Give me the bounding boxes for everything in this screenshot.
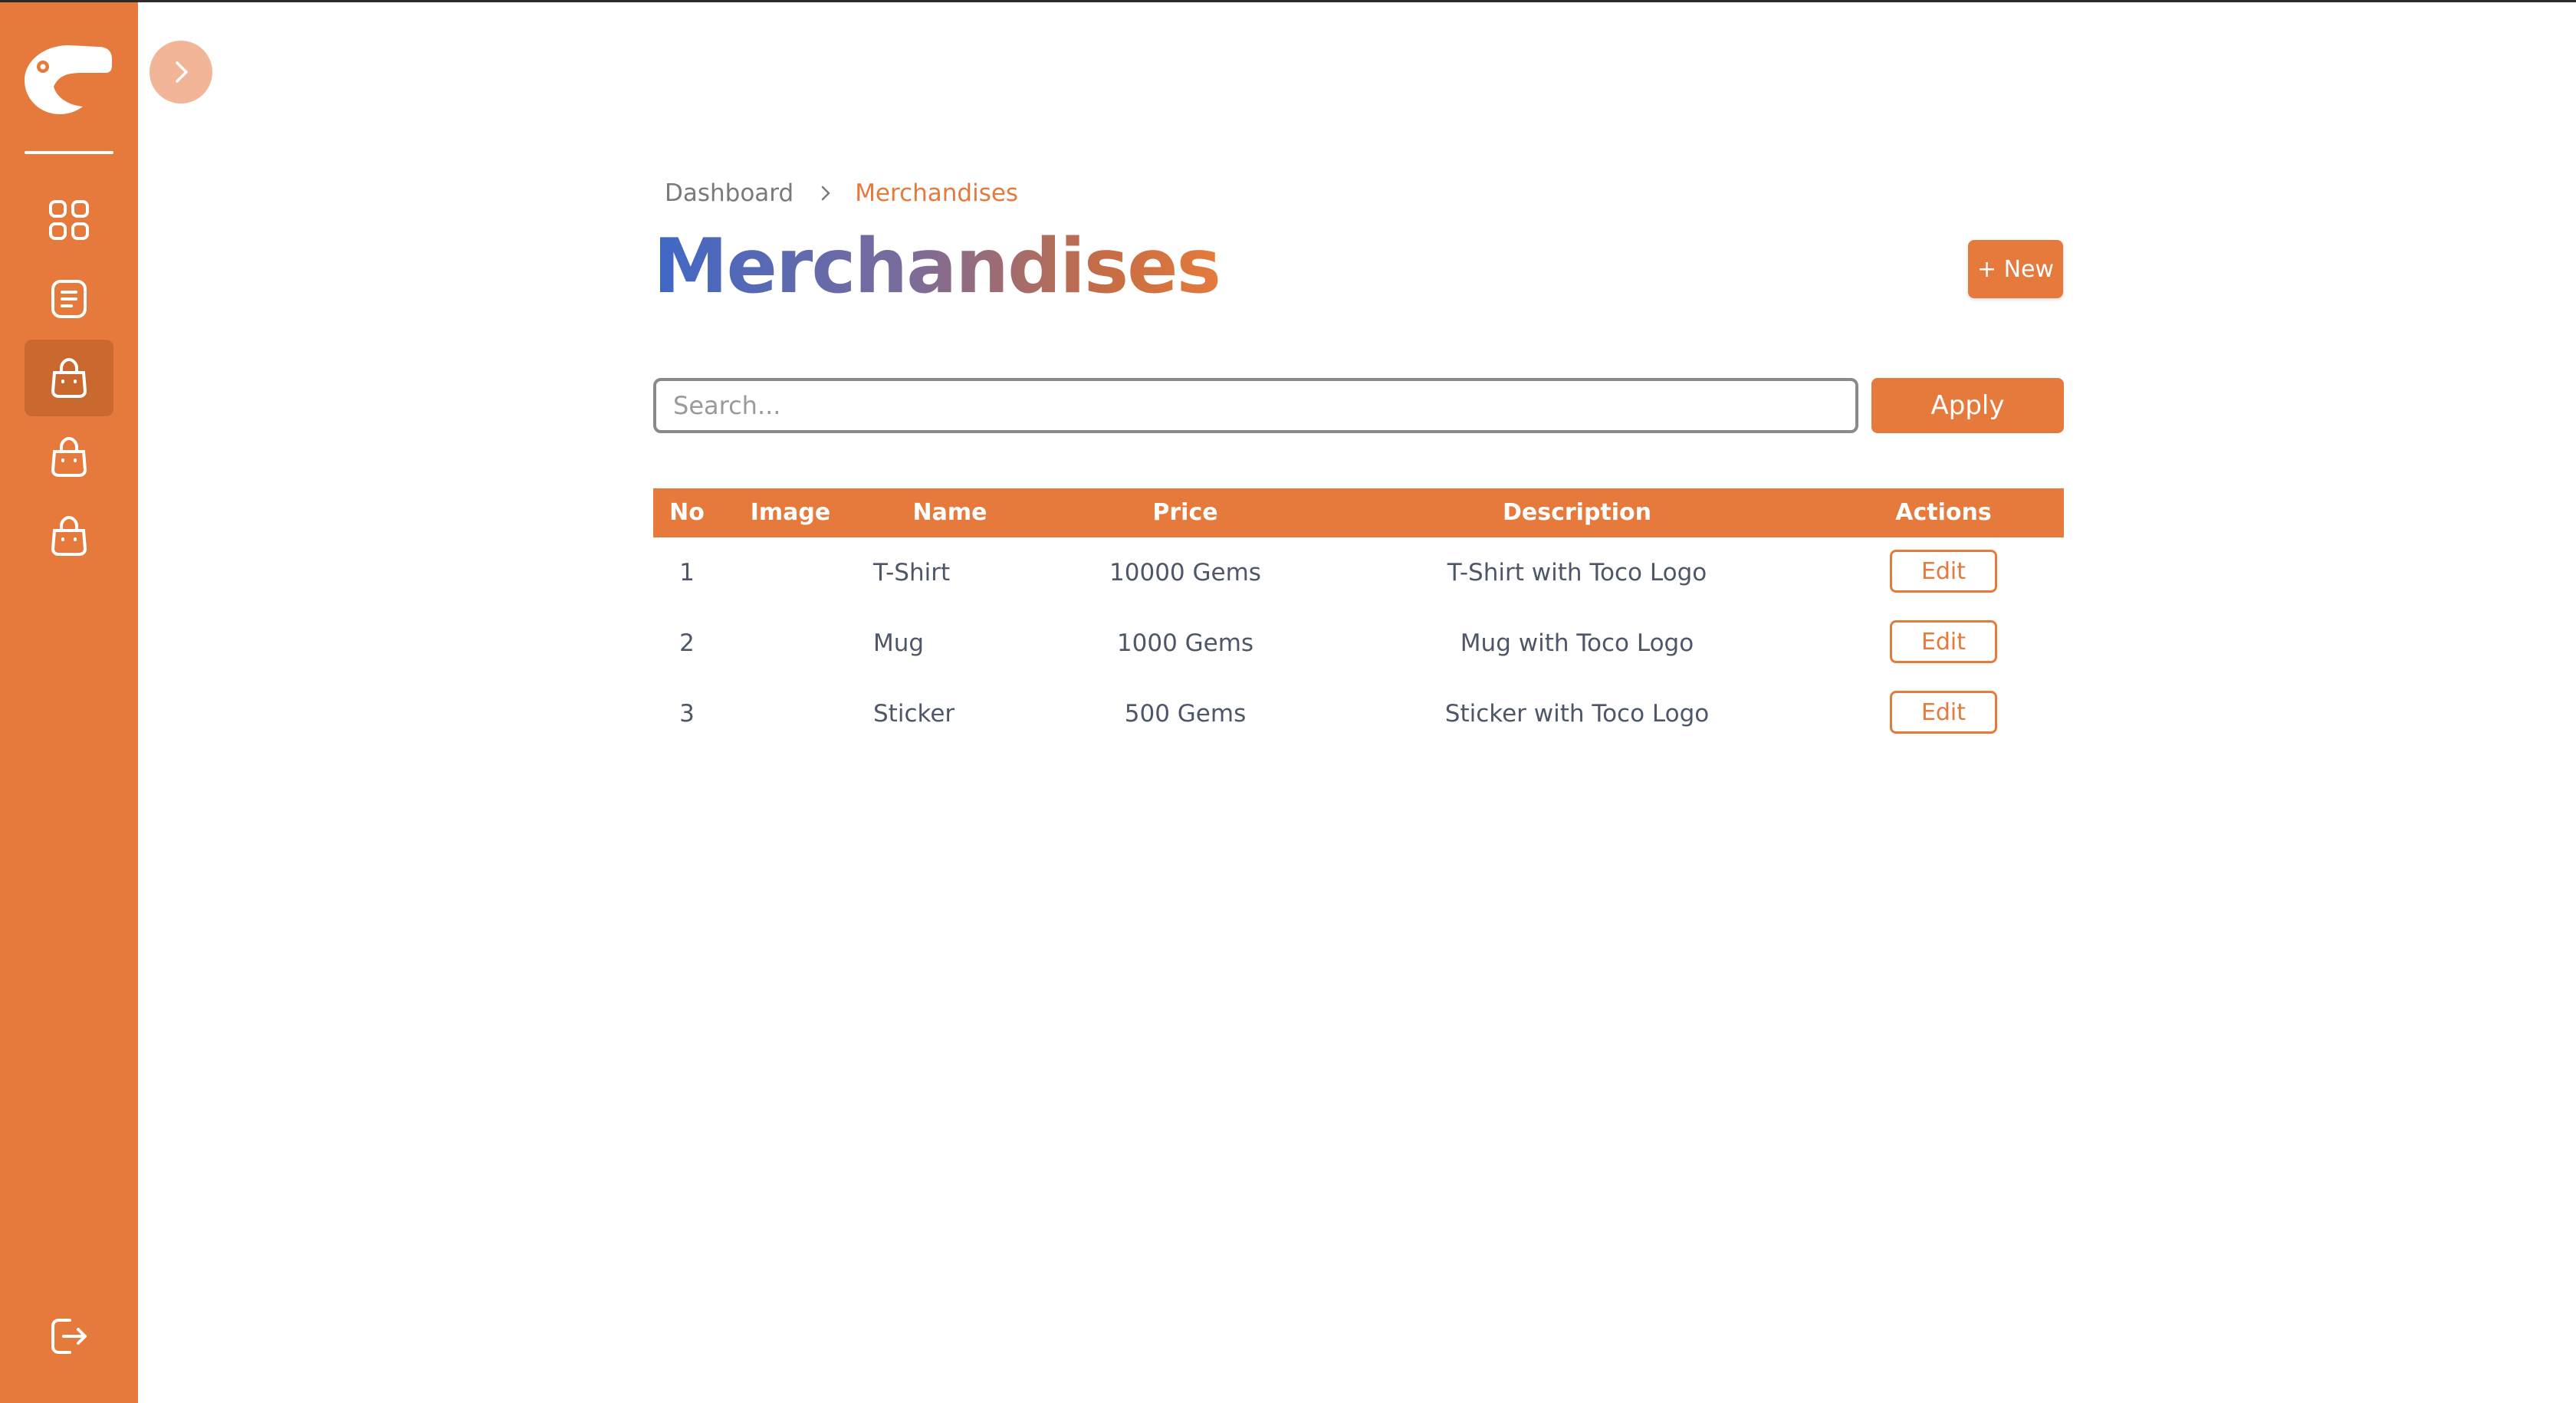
column-header-price: Price: [1152, 499, 1218, 526]
column-header-no: No: [669, 499, 705, 526]
cell-price: 10000 Gems: [1109, 559, 1261, 586]
sidebar-item-merchandises[interactable]: [25, 340, 113, 416]
table-header: No Image Name Price Description Actions: [653, 488, 2064, 537]
merchandise-table: No Image Name Price Description Actions …: [653, 488, 2064, 749]
cell-no: 2: [679, 629, 695, 657]
breadcrumb: Dashboard Merchandises: [665, 176, 1018, 211]
cell-no: 1: [679, 559, 695, 586]
sidebar-toggle-button[interactable]: [150, 41, 212, 104]
edit-button[interactable]: Edit: [1890, 550, 1997, 593]
shopping-bag-icon: [51, 515, 87, 556]
edit-button[interactable]: Edit: [1890, 691, 1997, 734]
chevron-right-icon: [176, 61, 188, 83]
sidebar-item-dashboard[interactable]: [25, 182, 113, 258]
logout-button[interactable]: [25, 1298, 113, 1375]
cell-price: 500 Gems: [1124, 700, 1247, 728]
cell-description: Sticker with Toco Logo: [1444, 700, 1710, 728]
logout-icon: [51, 1319, 87, 1354]
cell-name: T-Shirt: [873, 559, 951, 586]
chevron-right-icon: [816, 184, 835, 202]
new-merchandise-button[interactable]: + New: [1968, 240, 2063, 298]
page-title: Merchandises: [653, 217, 1221, 317]
cell-name: Mug: [873, 629, 925, 657]
cell-price: 1000 Gems: [1116, 629, 1254, 657]
apply-button[interactable]: Apply: [1871, 378, 2064, 433]
column-header-name: Name: [912, 499, 987, 526]
app-window: Dashboard Merchandises Merchandises + Ne…: [0, 0, 2576, 1403]
cell-description: Mug with Toco Logo: [1460, 629, 1694, 657]
sidebar: [0, 2, 138, 1403]
table-row: 2 Mug 1000 Gems Mug with Toco Logo Edit: [653, 608, 2064, 678]
sidebar-divider: [25, 151, 113, 154]
cell-description: T-Shirt with Toco Logo: [1447, 559, 1707, 586]
breadcrumb-current: Merchandises: [855, 179, 1019, 207]
search-input[interactable]: [653, 378, 1858, 433]
table-row: 1 T-Shirt 10000 Gems T-Shirt with Toco L…: [653, 537, 2064, 608]
shopping-bag-icon: [51, 436, 87, 477]
edit-button[interactable]: Edit: [1890, 620, 1997, 663]
document-icon: [51, 280, 87, 318]
sidebar-item-shop-2[interactable]: [25, 419, 113, 495]
breadcrumb-dashboard-link[interactable]: Dashboard: [665, 179, 794, 207]
shopping-bag-icon: [51, 357, 87, 398]
column-header-description: Description: [1502, 499, 1652, 526]
column-header-image: Image: [750, 499, 831, 526]
table-row: 3 Sticker 500 Gems Sticker with Toco Log…: [653, 678, 2064, 749]
cell-no: 3: [679, 700, 695, 728]
toucan-logo-icon[interactable]: [21, 41, 115, 117]
cell-name: Sticker: [873, 700, 955, 728]
column-header-actions: Actions: [1895, 499, 1992, 526]
sidebar-item-posts[interactable]: [25, 261, 113, 337]
grid-icon: [49, 200, 89, 240]
sidebar-item-shop-3[interactable]: [25, 498, 113, 574]
